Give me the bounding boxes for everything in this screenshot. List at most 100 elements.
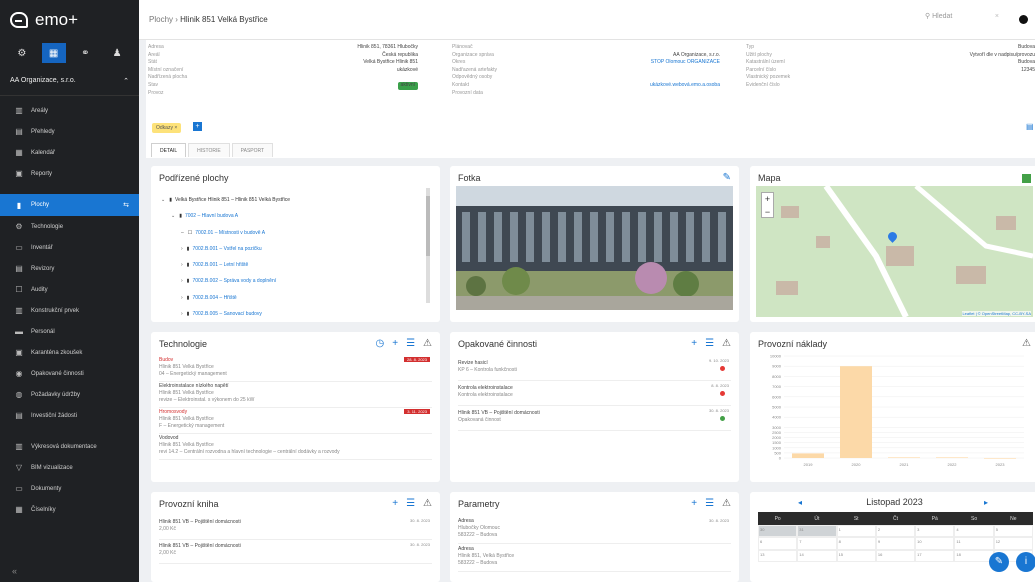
add-icon[interactable]: + <box>392 498 398 509</box>
sidebar-item[interactable]: ◍ Požadavky údržby <box>0 384 139 405</box>
tree-node[interactable]: – ☐ 7002.01 – Místnosti v budově A <box>161 225 290 241</box>
sidebar-item[interactable]: ▽ BIM vizualizace <box>0 457 139 478</box>
calendar-day[interactable]: 8 <box>836 537 876 550</box>
expand-arrow-icon[interactable]: › <box>181 311 183 317</box>
list-item[interactable]: Kontrola elektroinstalace Kontrola elektr… <box>458 381 731 406</box>
info-value[interactable]: STOP Olomouc ORGANIZACE <box>651 59 720 67</box>
list-item[interactable]: Elektroinstalace nízkého napětí Hlinik 85… <box>159 382 432 408</box>
calendar-day[interactable]: 14 <box>797 549 837 562</box>
tree-node-label[interactable]: 7002.B.001 – Letní hřiště <box>192 262 248 268</box>
organization-selector[interactable]: AA Organizace, s.r.o. ⌃ <box>0 66 139 96</box>
calendar-day[interactable]: 10 <box>915 537 955 550</box>
tree-node[interactable]: › ▮ 7002.B.005 – Sanovací budovy <box>161 306 290 322</box>
sidebar-item[interactable]: ▮ Plochy ⇆ <box>0 194 139 216</box>
zoom-out-button[interactable]: − <box>762 206 773 219</box>
list-icon[interactable]: ☰ <box>705 498 714 509</box>
calendar-day[interactable]: 1 <box>836 524 876 537</box>
list-item[interactable]: Adresa Hlinik 851, Velká Bystřice 583222 –… <box>458 544 731 572</box>
list-item[interactable]: Hromosvody Hlinik 851 Velká Bystřice F – E… <box>159 408 432 434</box>
tag-chip[interactable]: Odkazy × <box>152 123 182 133</box>
calendar-day[interactable]: 12 <box>993 537 1033 550</box>
calendar-day[interactable]: 30 <box>758 524 798 537</box>
calendar-day[interactable]: 3 <box>915 524 955 537</box>
map-view[interactable]: + − Leaflet | © OpenStreetMap, CC-BY-SA <box>756 186 1033 317</box>
list-icon[interactable]: ☰ <box>406 338 415 349</box>
warning-icon[interactable]: ⚠ <box>722 338 731 349</box>
sidebar-item[interactable]: ▬ Personál <box>0 321 139 342</box>
list-item[interactable]: Revize hasicí KP 6 – Kontrola funkčnosti 9… <box>458 356 731 381</box>
sidebar-tab-person-icon[interactable]: ♟ <box>105 43 129 63</box>
breadcrumb-root[interactable]: Plochy <box>149 15 173 24</box>
tree-scrollbar[interactable] <box>426 188 430 303</box>
tree-node-label[interactable]: 7002.B.005 – Sanovací budovy <box>192 311 262 317</box>
tree-node-label[interactable]: 7002.01 – Místnosti v budově A <box>195 230 265 236</box>
list-item[interactable]: Budov Hlinik 851 Velká Bystřice 04 – Energ… <box>159 356 432 382</box>
sidebar-tab-building-icon[interactable]: ▦ <box>41 43 66 63</box>
map-layer-icon[interactable] <box>1022 174 1031 183</box>
calendar-day[interactable]: 15 <box>836 549 876 562</box>
tree-node[interactable]: › ▮ 7002.B.002 – Správa vody a doplnění <box>161 273 290 289</box>
list-item[interactable]: Vodovod Hlinik 851 Velká Bystřice revi 14.… <box>159 434 432 460</box>
calendar-day[interactable]: 4 <box>954 524 994 537</box>
expand-arrow-icon[interactable]: › <box>181 262 183 268</box>
sidebar-item[interactable]: ▭ Inventář <box>0 237 139 258</box>
add-icon[interactable]: + <box>691 498 697 509</box>
sidebar-item[interactable]: ▣ Reporty <box>0 163 139 184</box>
sidebar-item[interactable]: ▭ Dokumenty <box>0 478 139 499</box>
sidebar-item[interactable]: ▣ Karanténa zkoušek <box>0 342 139 363</box>
print-icon[interactable]: ▤ <box>1026 122 1034 131</box>
expand-arrow-icon[interactable]: › <box>181 246 183 252</box>
edit-fab-button[interactable]: ✎ <box>989 552 1009 572</box>
expand-arrow-icon[interactable]: ⌄ <box>171 213 175 219</box>
sidebar-item[interactable]: ⚙ Technologie <box>0 216 139 237</box>
sidebar-item[interactable]: ▥ Areály <box>0 100 139 121</box>
expand-arrow-icon[interactable]: ⌄ <box>161 197 165 203</box>
calendar-day[interactable]: 9 <box>875 537 916 550</box>
collapse-sidebar-button[interactable]: « <box>12 566 17 576</box>
cost-bar[interactable] <box>888 457 920 458</box>
sidebar-item[interactable]: ☐ Audity <box>0 279 139 300</box>
sidebar-tab-people-icon[interactable]: ⚭ <box>73 43 97 63</box>
calendar-day[interactable]: 5 <box>993 524 1033 537</box>
warning-icon[interactable]: ⚠ <box>423 498 432 509</box>
sidebar-item[interactable]: ▤ Revizory <box>0 258 139 279</box>
sidebar-tab-gear-icon[interactable]: ⚙ <box>10 43 34 63</box>
cost-bar[interactable] <box>984 458 1016 459</box>
tab-pasport[interactable]: PASPORT <box>231 143 274 157</box>
cost-bar[interactable] <box>936 457 968 458</box>
list-item[interactable]: Adresa Hlubočky Olomouc 583222 – Budova 30.… <box>458 516 731 544</box>
tree-node-label[interactable]: 7002.B.001 – Vstřel na pozičku <box>192 246 261 252</box>
tree-node[interactable]: › ▮ 7002.B.004 – Hřiště <box>161 290 290 306</box>
calendar-day[interactable]: 11 <box>954 537 994 550</box>
sidebar-item[interactable]: ▦ Číselníky <box>0 499 139 520</box>
cost-bar[interactable] <box>840 366 872 458</box>
sidebar-item[interactable]: ◉ Opakované činnosti <box>0 363 139 384</box>
info-value[interactable]: ukázkové.webová.emo.a.osoba <box>650 82 720 90</box>
add-icon[interactable]: + <box>691 338 697 349</box>
calendar-day[interactable]: 7 <box>797 537 837 550</box>
sidebar-item[interactable]: ▥ Konstrukční prvek <box>0 300 139 321</box>
calendar-day[interactable]: 18 <box>954 549 994 562</box>
info-fab-button[interactable]: i <box>1016 552 1035 572</box>
warning-icon[interactable]: ⚠ <box>722 498 731 509</box>
sidebar-item[interactable]: ▤ Přehledy <box>0 121 139 142</box>
user-avatar[interactable] <box>1019 15 1028 24</box>
map-attribution[interactable]: Leaflet | © OpenStreetMap, CC-BY-SA <box>962 311 1031 316</box>
clear-search-icon[interactable]: × <box>995 13 999 20</box>
calendar-day[interactable]: 16 <box>875 549 916 562</box>
list-item[interactable]: Hlinik 851 VB – Pojištění domácnosti 2,00… <box>159 540 432 564</box>
tree-node-label[interactable]: 7002.B.002 – Správa vody a doplnění <box>192 278 276 284</box>
add-tag-button[interactable]: + <box>193 122 202 131</box>
tree-node-label[interactable]: Velká Bystřice Hlinik 851 – Hlinik 851 V… <box>175 197 290 203</box>
tab-detail[interactable]: DETAIL <box>151 143 187 157</box>
tree-node[interactable]: › ▮ 7002.B.001 – Vstřel na pozičku <box>161 241 290 257</box>
calendar-day[interactable]: 2 <box>875 524 916 537</box>
zoom-in-button[interactable]: + <box>762 193 773 206</box>
calendar-day[interactable]: 31 <box>797 524 837 537</box>
warning-icon[interactable]: ⚠ <box>423 338 432 349</box>
tree-node-label[interactable]: 7002 – Hlavní budova A <box>185 213 238 219</box>
tree-node[interactable]: ⌄ ▮ Velká Bystřice Hlinik 851 – Hlinik 851… <box>161 192 290 208</box>
sidebar-item[interactable]: ▦ Kalendář <box>0 142 139 163</box>
remove-tag-icon[interactable]: × <box>174 125 177 131</box>
calendar-day[interactable]: 6 <box>758 537 798 550</box>
